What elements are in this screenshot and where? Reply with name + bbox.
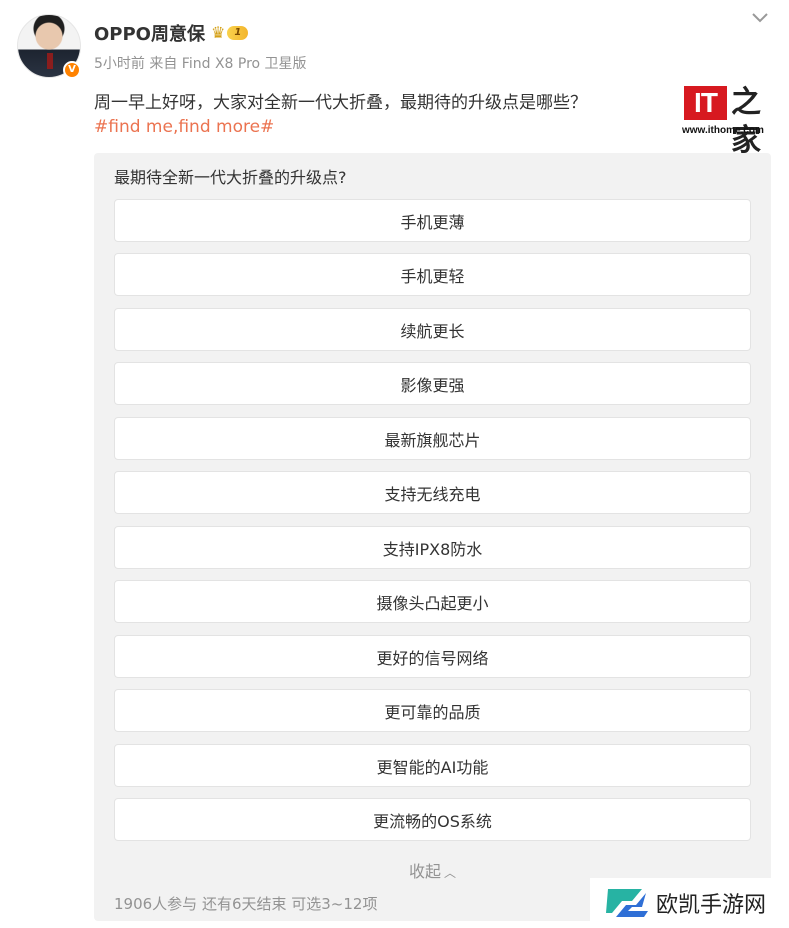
- poll-option[interactable]: 更好的信号网络: [114, 635, 751, 678]
- chevron-up-icon: ︿: [444, 866, 457, 880]
- poll-option[interactable]: 摄像头凸起更小: [114, 580, 751, 623]
- poll-option[interactable]: 更可靠的品质: [114, 689, 751, 732]
- watermark-text: 欧凯手游网: [656, 893, 767, 918]
- ithome-logo-url: www.ithome.com: [682, 125, 764, 136]
- post-header: V OPPO周意保 ♛ 1 5小时前 来自 Find X8 Pro 卫星版 周一…: [0, 0, 789, 158]
- poll-option[interactable]: 手机更薄: [114, 199, 751, 242]
- poll-option[interactable]: 支持无线充电: [114, 471, 751, 514]
- collapse-label: 收起: [408, 862, 441, 881]
- ithome-logo-zhi: 之家: [731, 85, 761, 158]
- site-watermark: 欧凯手游网: [590, 878, 789, 928]
- verified-badge: V: [63, 61, 81, 79]
- watermark-logo-icon: [606, 889, 648, 917]
- member-level-badge[interactable]: ♛ 1: [211, 23, 258, 42]
- post-meta: 5小时前 来自 Find X8 Pro 卫星版: [94, 56, 307, 72]
- poll-option[interactable]: 最新旗舰芯片: [114, 417, 751, 460]
- poll-option[interactable]: 影像更强: [114, 362, 751, 405]
- post-text: 周一早上好呀，大家对全新一代大折叠，最期待的升级点是哪些？: [94, 93, 587, 113]
- poll-card: 最期待全新一代大折叠的升级点? 手机更薄 手机更轻 续航更长 影像更强 最新旗舰…: [94, 153, 771, 921]
- crown-icon: ♛: [211, 22, 226, 42]
- hashtag-link[interactable]: #find me,find more#: [94, 117, 274, 137]
- ithome-logo: IT 之家 www.ithome.com: [682, 84, 774, 158]
- poll-option[interactable]: 续航更长: [114, 308, 751, 351]
- ithome-logo-mark: IT: [684, 86, 727, 120]
- poll-option[interactable]: 支持IPX8防水: [114, 526, 751, 569]
- chevron-down-icon[interactable]: [750, 10, 770, 26]
- poll-option[interactable]: 更流畅的OS系统: [114, 798, 751, 841]
- poll-option[interactable]: 更智能的AI功能: [114, 744, 751, 787]
- poll-title: 最期待全新一代大折叠的升级点?: [114, 168, 347, 187]
- poll-option[interactable]: 手机更轻: [114, 253, 751, 296]
- username[interactable]: OPPO周意保: [94, 20, 205, 46]
- poll-footer: 1906人参与 还有6天结束 可选3~12项: [114, 895, 378, 913]
- level-number: 1: [227, 25, 249, 40]
